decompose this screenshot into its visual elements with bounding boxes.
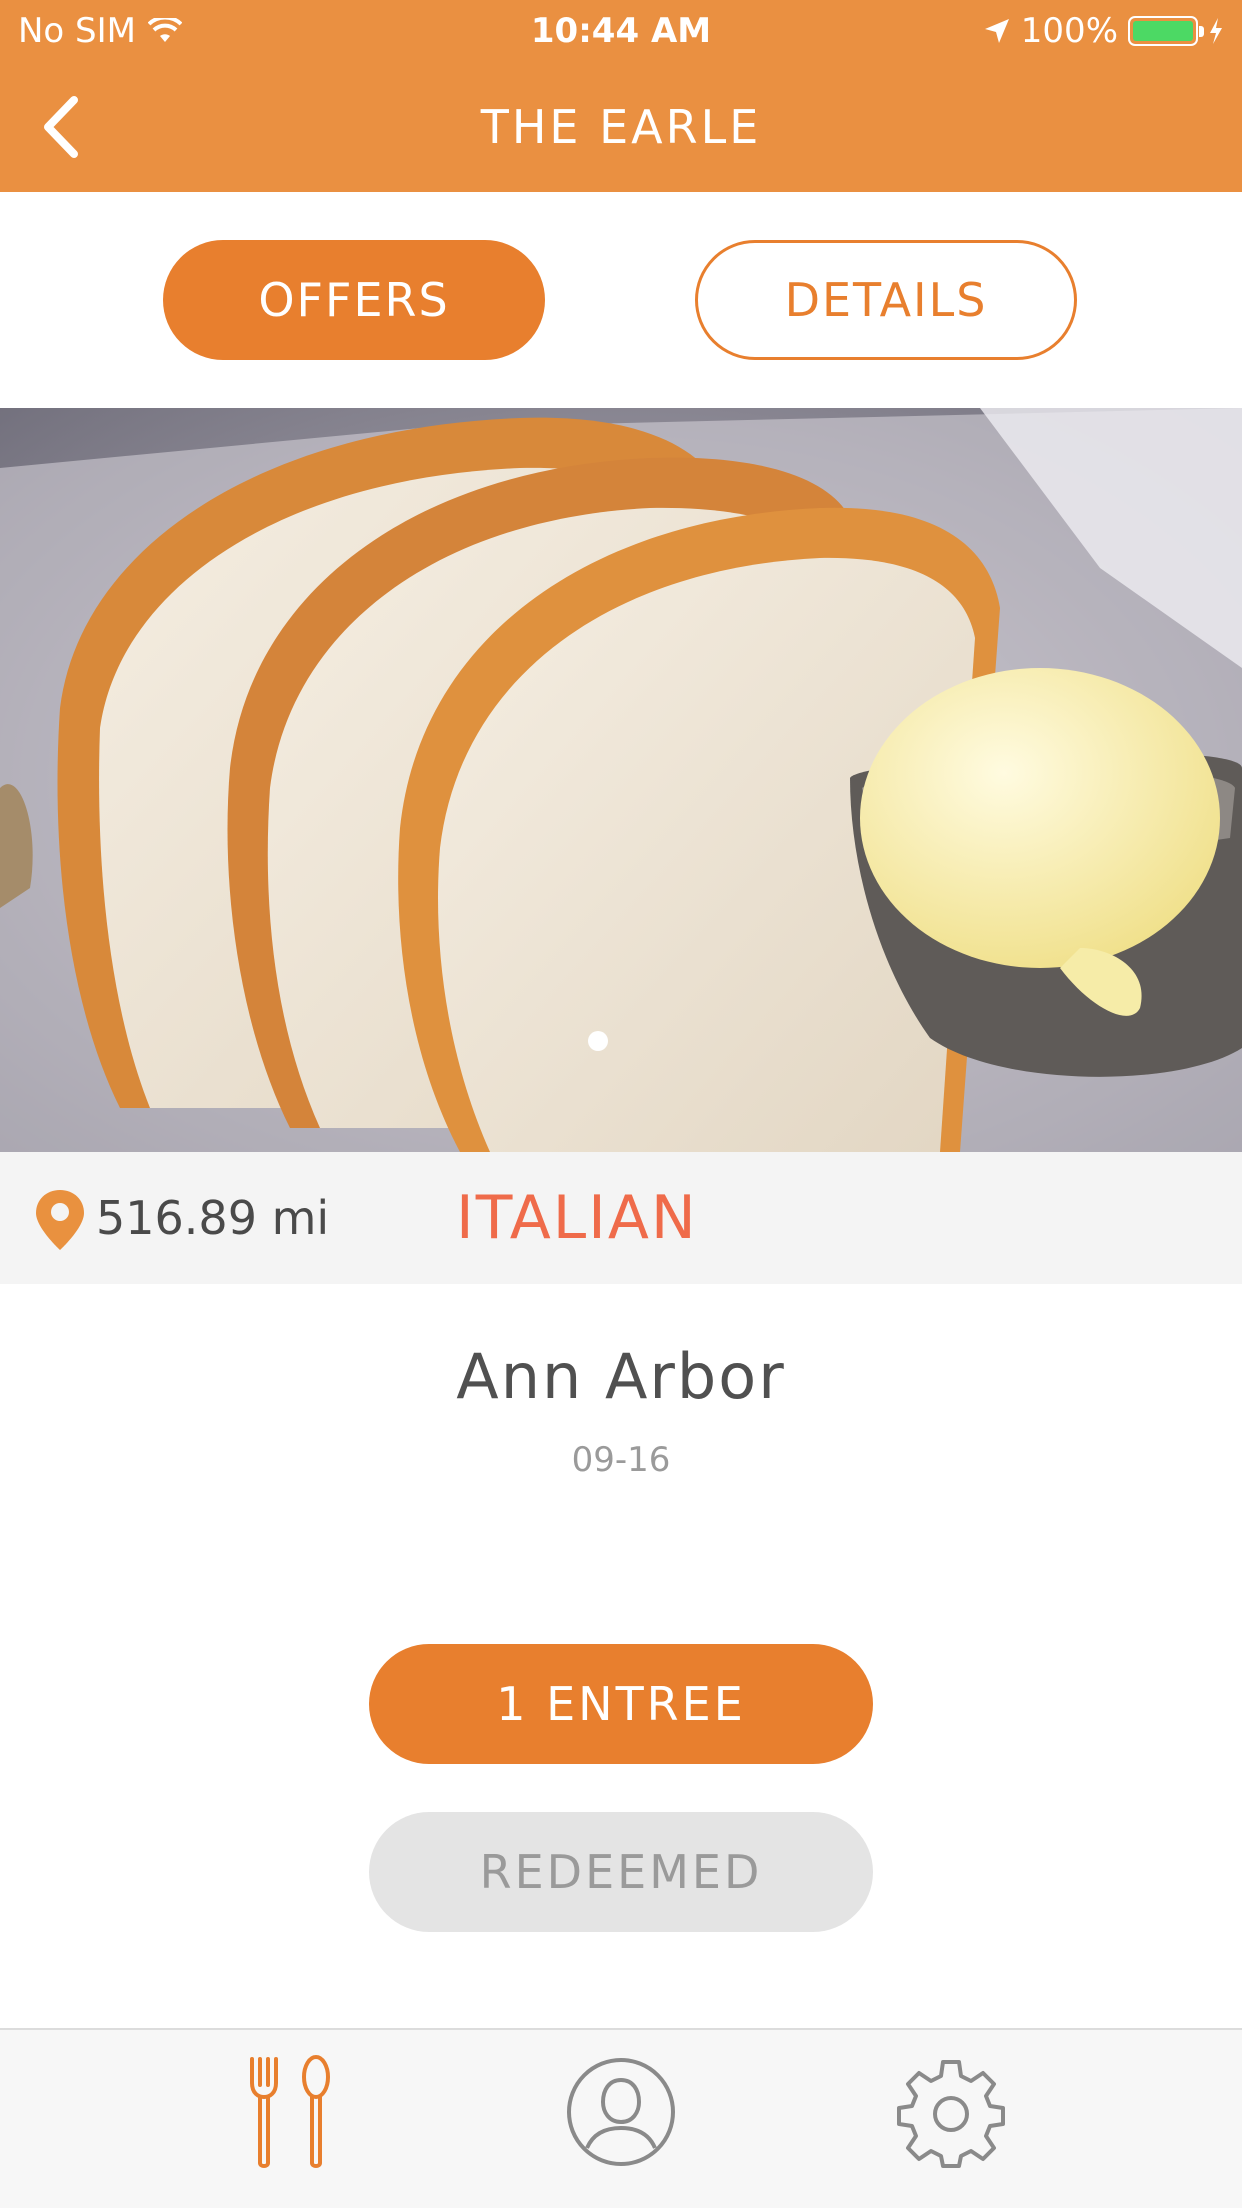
cuisine-label: ITALIAN (456, 1183, 698, 1253)
map-pin-icon (36, 1190, 84, 1250)
offer-date: 09-16 (571, 1440, 671, 1480)
battery-label: 100% (1020, 11, 1118, 51)
bread-photo (0, 408, 1242, 1152)
restaurant-photo-carousel[interactable] (0, 408, 1242, 1152)
tab-offers[interactable]: OFFERS (163, 240, 545, 360)
segment-control: OFFERS DETAILS (0, 192, 1242, 408)
battery-icon (1128, 16, 1204, 46)
info-strip: 516.89 mi ITALIAN (0, 1152, 1242, 1284)
charging-bolt-icon (1210, 18, 1222, 44)
tab-bar (0, 2028, 1242, 2208)
tab-settings[interactable] (881, 2042, 1021, 2182)
status-right: 100% (983, 10, 1224, 52)
redeemed-status-button: REDEEMED (369, 1812, 873, 1932)
profile-icon (567, 2058, 675, 2166)
tab-details[interactable]: DETAILS (695, 240, 1077, 360)
top-bar: No SIM 10:44 AM 100% THE EARLE (0, 0, 1242, 192)
page-title: THE EARLE (480, 100, 762, 154)
offer-entree-button[interactable]: 1 ENTREE (369, 1644, 873, 1764)
tab-dining[interactable] (220, 2042, 360, 2182)
distance-label: 516.89 mi (96, 1191, 330, 1245)
location-arrow-icon (984, 19, 1009, 43)
carousel-page-indicator[interactable] (588, 1031, 608, 1051)
fork-spoon-icon (250, 2055, 330, 2168)
tab-profile[interactable] (551, 2042, 691, 2182)
gear-icon (897, 2060, 1005, 2168)
location-city: Ann Arbor (456, 1340, 786, 1413)
